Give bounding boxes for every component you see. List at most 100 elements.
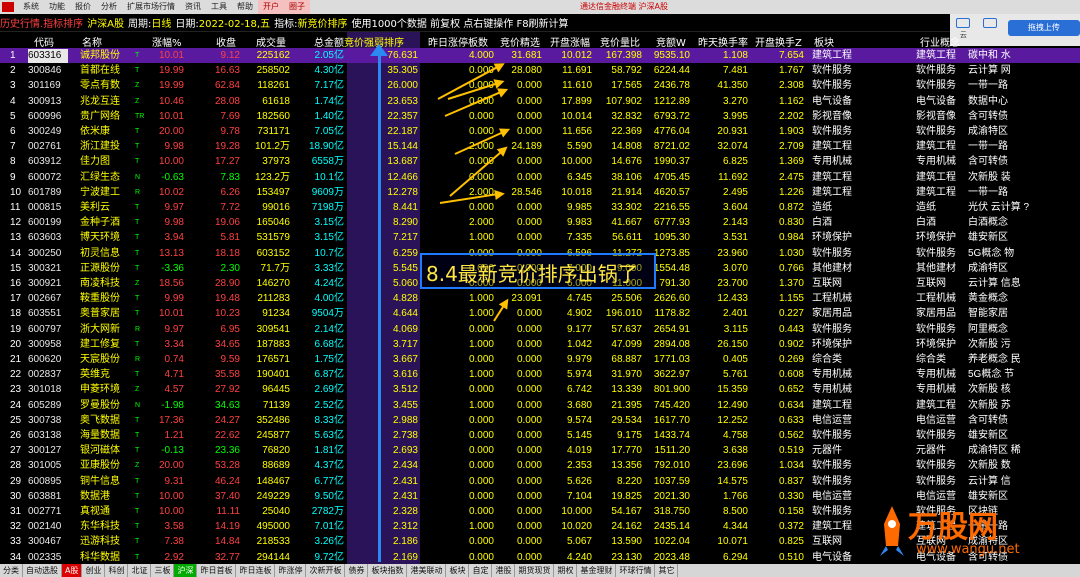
table-row[interactable]: 6 300249 依米康 T 20.00 9.78 731171 7.05亿 22.187 0.0… <box>0 124 1080 139</box>
tab-2[interactable]: A股 <box>62 564 83 577</box>
table-row[interactable]: 25 300738 奥飞数据 T 17.36 24.27 352486 8.33亿 2.988 0… <box>0 413 1080 428</box>
header-open-pct[interactable]: 开盘涨幅 <box>550 34 590 49</box>
table-row[interactable]: 28 301005 亚康股份 Z 20.00 53.28 88689 4.37亿 2.434 0.… <box>0 458 1080 473</box>
period-value[interactable]: 日线 <box>151 15 171 30</box>
row-volume: 71.7万 <box>260 262 290 274</box>
table-row[interactable]: 9 600072 汇绿生态 N -0.63 7.83 123.2万 10.1亿 12.466 0.… <box>0 170 1080 185</box>
tab-19[interactable]: 期权 <box>554 564 578 577</box>
table-row[interactable]: 20 300958 建工修复 T 3.34 34.65 187883 6.68亿 3.717 1.… <box>0 337 1080 352</box>
row-sector: 软件服务 <box>812 247 852 259</box>
table-row[interactable]: 12 600199 金种子酒 T 9.98 19.06 165046 3.15亿 8.290 2.… <box>0 215 1080 230</box>
tab-0[interactable]: 分类 <box>0 564 23 577</box>
header-name[interactable]: 名称 <box>82 34 102 49</box>
table-row[interactable]: 29 600895 铜牛信息 T 9.31 46.24 148467 6.77亿 2.431 0.… <box>0 474 1080 489</box>
table-row[interactable]: 13 603603 博天环境 T 3.94 5.81 531579 3.15亿 7.217 1.0… <box>0 230 1080 245</box>
row-amount-w: 2894.08 <box>653 338 690 350</box>
row-yday-turnover: 4.344 <box>722 521 748 533</box>
row-pct: 10.02 <box>158 186 184 198</box>
menu-help[interactable]: 帮助 <box>232 0 258 14</box>
row-selected-score: 0.000 <box>516 399 542 411</box>
table-row[interactable]: 21 600620 天宸股份 R 0.74 9.59 176571 1.75亿 3.667 0.0… <box>0 352 1080 367</box>
table-row[interactable]: 8 603912 佳力图 T 10.00 17.27 37973 6558万 13.687 0.0… <box>0 154 1080 169</box>
tab-1[interactable]: 自动选股 <box>23 564 62 577</box>
menu-system[interactable]: 系统 <box>18 0 44 14</box>
table-row[interactable]: 5 600996 贵广网络 TR 10.01 7.69 182560 1.40亿 22.357 0… <box>0 109 1080 124</box>
tab-14[interactable]: 港美联动 <box>407 564 447 577</box>
tab-7[interactable]: 沪深 <box>174 564 198 577</box>
table-row[interactable]: 1 603316 诚邦股份 T 10.01 9.12 225162 2.05亿 76.631 4.… <box>0 48 1080 64</box>
header-yday-turnover[interactable]: 昨天换手率 <box>698 34 748 49</box>
tab-21[interactable]: 环球行情 <box>616 564 656 577</box>
tab-3[interactable]: 创业 <box>82 564 106 577</box>
row-amount-w: 6793.72 <box>653 110 690 122</box>
tab-22[interactable]: 其它 <box>655 564 679 577</box>
table-row[interactable]: 4 300913 兆龙互连 Z 10.46 28.08 61618 1.74亿 23.653 0.… <box>0 94 1080 109</box>
row-zt-count: 0.000 <box>468 323 494 335</box>
table-row[interactable]: 19 600797 浙大网新 R 9.97 6.95 309541 2.14亿 4.069 0.0… <box>0 322 1080 337</box>
table-row[interactable]: 10 601789 宁波建工 R 10.02 6.26 153497 9609万 12.278 2… <box>0 185 1080 200</box>
row-rank: 34 <box>10 551 22 563</box>
circle-button[interactable]: 圈子 <box>284 0 310 14</box>
header-industry-concept[interactable]: 行业概念 <box>920 34 960 49</box>
menu-function[interactable]: 功能 <box>44 0 70 14</box>
row-strength: 2.988 <box>392 414 418 426</box>
menu-extended-market[interactable]: 扩展市场行情 <box>122 0 180 14</box>
tab-12[interactable]: 债券 <box>345 564 369 577</box>
menu-analysis[interactable]: 分析 <box>96 0 122 14</box>
table-row[interactable]: 27 300127 银河磁体 T -0.13 23.36 76820 1.81亿 2.693 0.… <box>0 443 1080 458</box>
table-row[interactable]: 23 301018 申菱环境 Z 4.57 27.92 96445 2.69亿 3.512 0.0… <box>0 382 1080 397</box>
header-zt-count[interactable]: 昨日涨停板数 <box>428 34 488 49</box>
tab-16[interactable]: 自定 <box>469 564 493 577</box>
table-row[interactable]: 24 605289 罗曼股份 N -1.98 34.63 71139 2.52亿 3.455 1.… <box>0 398 1080 413</box>
tab-5[interactable]: 北证 <box>128 564 152 577</box>
header-close[interactable]: 收盘 <box>216 34 236 49</box>
table-row[interactable]: 2 300846 首都在线 T 19.99 16.63 258502 4.30亿 35.305 0… <box>0 63 1080 78</box>
tab-20[interactable]: 基金理财 <box>577 564 617 577</box>
header-vol-ratio[interactable]: 竞价量比 <box>600 34 640 49</box>
tab-10[interactable]: 昨涨停 <box>275 564 307 577</box>
tab-4[interactable]: 科创 <box>105 564 129 577</box>
row-volume: 245877 <box>256 430 290 441</box>
tab-18[interactable]: 期货现货 <box>515 564 555 577</box>
header-open-turnover[interactable]: 开盘换手Z <box>755 34 802 49</box>
table-row[interactable]: 17 002667 鞍重股份 T 9.99 19.48 211283 4.00亿 4.828 1.… <box>0 291 1080 306</box>
tab-6[interactable]: 三板 <box>151 564 175 577</box>
tab-9[interactable]: 昨日连板 <box>236 564 276 577</box>
header-volume[interactable]: 成交量 <box>256 34 286 49</box>
menu-news[interactable]: 资讯 <box>180 0 206 14</box>
row-sector: 专用机械 <box>812 156 852 168</box>
row-name: 兆龙互连 <box>80 95 120 107</box>
menu-quote[interactable]: 报价 <box>70 0 96 14</box>
market-label[interactable]: 沪深A股 <box>87 15 124 30</box>
table-row[interactable]: 26 603138 海量数据 T 1.21 22.62 245877 5.63亿 2.738 0.… <box>0 428 1080 443</box>
open-account-button[interactable]: 开户 <box>258 0 284 14</box>
row-close: 9.78 <box>220 126 240 137</box>
menu-tools[interactable]: 工具 <box>206 0 232 14</box>
header-selected[interactable]: 竞价精选 <box>500 34 540 49</box>
header-code[interactable]: 代码 <box>34 34 54 49</box>
table-row[interactable]: 22 002837 英维克 T 4.71 35.58 190401 6.87亿 3.616 1.0… <box>0 367 1080 382</box>
header-pct[interactable]: 涨幅% <box>152 34 182 49</box>
tab-17[interactable]: 港股 <box>492 564 516 577</box>
header-amount[interactable]: 总金额 <box>314 34 344 49</box>
row-close: 37.40 <box>214 490 240 502</box>
tab-13[interactable]: 板块指数 <box>368 564 408 577</box>
indicator-value[interactable]: 新竞价排序 <box>297 15 347 30</box>
tab-11[interactable]: 次新开板 <box>306 564 346 577</box>
date-value[interactable]: 2022-02-18,五 <box>199 15 270 30</box>
header-amount-w[interactable]: 竞额W <box>656 34 686 49</box>
row-code: 301018 <box>28 384 62 396</box>
table-row[interactable]: 7 002761 浙江建投 T 9.98 19.28 101.2万 18.90亿 15.144 2… <box>0 139 1080 154</box>
table-row[interactable]: 3 301169 零点有数 Z 19.99 62.84 118261 7.17亿 26.000 0… <box>0 78 1080 93</box>
tab-8[interactable]: 昨日首板 <box>197 564 237 577</box>
row-close: 28.08 <box>214 95 240 107</box>
row-code: 300127 <box>28 445 62 457</box>
header-sector[interactable]: 板块 <box>814 34 834 49</box>
row-open-pct: 10.018 <box>561 186 592 198</box>
row-open-turnover: 1.903 <box>778 126 804 137</box>
row-rank: 7 <box>10 141 16 153</box>
table-row[interactable]: 18 603551 奥普家居 T 10.01 10.23 91234 9504万 4.644 1.… <box>0 306 1080 321</box>
tab-15[interactable]: 板块 <box>446 564 470 577</box>
table-row[interactable]: 11 000815 美利云 T 9.97 7.72 99016 7198万 8.441 0.000… <box>0 200 1080 215</box>
row-name: 汇绿生态 <box>80 171 120 183</box>
